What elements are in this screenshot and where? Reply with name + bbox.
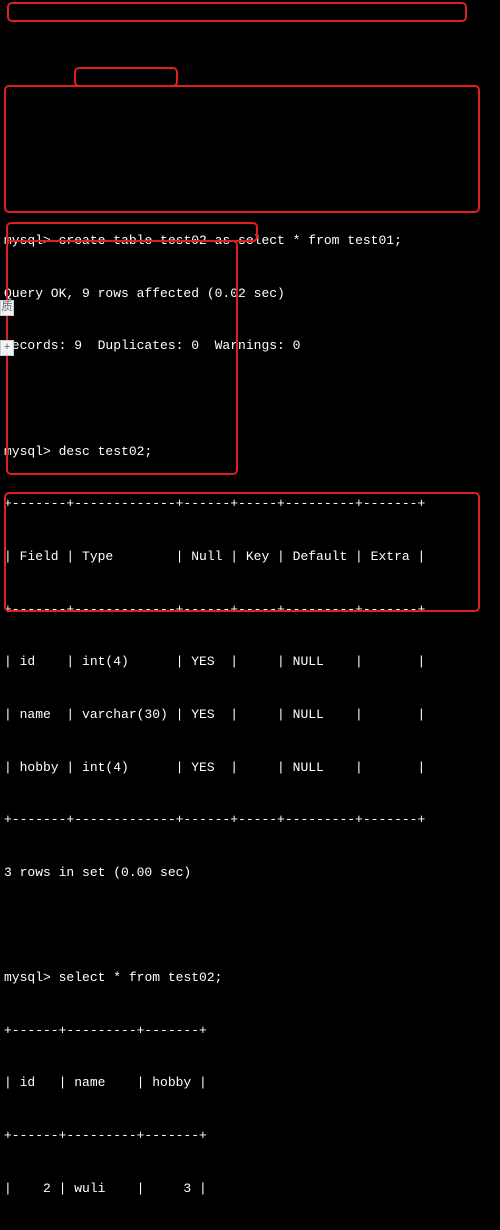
prompt-line: mysql> create table test02 as select * f…	[4, 232, 498, 250]
blank-line	[4, 916, 498, 934]
sql-command: desc test02;	[59, 444, 153, 459]
mysql-prompt: mysql>	[4, 444, 51, 459]
mysql-prompt: mysql>	[4, 970, 51, 985]
table-border: +------+---------+-------+	[4, 1022, 498, 1040]
table-row: | 2 | wuli | 3 |	[4, 1180, 498, 1198]
table-header: | id | name | hobby |	[4, 1074, 498, 1092]
result-line: Records: 9 Duplicates: 0 Warnings: 0	[4, 337, 498, 355]
table-row: | id | int(4) | YES | | NULL | |	[4, 653, 498, 671]
highlight-box	[6, 240, 238, 475]
table-border: +-------+-------------+------+-----+----…	[4, 601, 498, 619]
table-border: +-------+-------------+------+-----+----…	[4, 495, 498, 513]
decor-tile: +	[0, 340, 14, 356]
result-line: Query OK, 9 rows affected (0.02 sec)	[4, 285, 498, 303]
highlight-box	[7, 2, 467, 22]
prompt-line: mysql> select * from test02;	[4, 969, 498, 987]
prompt-line: mysql> desc test02;	[4, 443, 498, 461]
table-border: +------+---------+-------+	[4, 1127, 498, 1145]
result-line: 3 rows in set (0.00 sec)	[4, 864, 498, 882]
sql-command: create table test02 as select * from tes…	[59, 233, 402, 248]
highlight-box	[74, 67, 178, 87]
table-header: | Field | Type | Null | Key | Default | …	[4, 548, 498, 566]
table-row: | name | varchar(30) | YES | | NULL | |	[4, 706, 498, 724]
decor-tile: 质	[0, 300, 14, 316]
sql-command: select * from test02;	[59, 970, 223, 985]
terminal-output: 质 + mysql> create table test02 as select…	[0, 0, 500, 1230]
highlight-box	[4, 85, 480, 213]
table-row: | hobby | int(4) | YES | | NULL | |	[4, 759, 498, 777]
mysql-prompt: mysql>	[4, 233, 51, 248]
table-border: +-------+-------------+------+-----+----…	[4, 811, 498, 829]
blank-line	[4, 390, 498, 408]
